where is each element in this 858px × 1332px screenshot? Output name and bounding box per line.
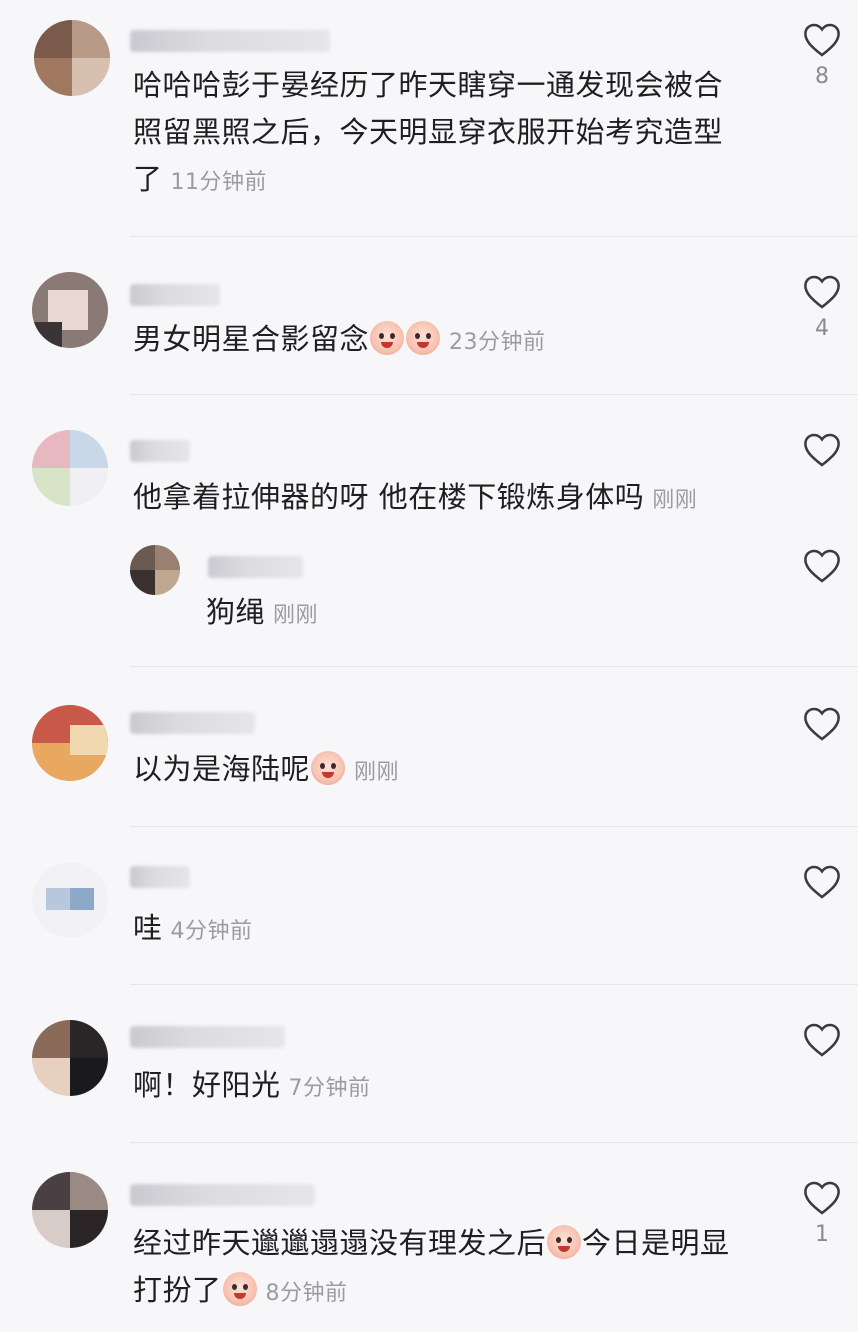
like-button[interactable] bbox=[800, 432, 844, 468]
avatar[interactable] bbox=[32, 1172, 108, 1248]
username[interactable] bbox=[130, 284, 220, 306]
comment-time: 8分钟前 bbox=[265, 1281, 348, 1306]
username[interactable] bbox=[130, 712, 255, 734]
like-button[interactable]: 1 bbox=[800, 1180, 844, 1248]
heart-outline-icon bbox=[804, 275, 840, 309]
comment-time: 23分钟前 bbox=[449, 330, 546, 355]
reply-text: 狗绳 刚刚 bbox=[206, 595, 319, 629]
comment-time: 11分钟前 bbox=[170, 170, 268, 195]
heart-outline-icon bbox=[804, 707, 840, 741]
username[interactable] bbox=[130, 1026, 285, 1048]
reply-avatar[interactable] bbox=[130, 545, 180, 595]
comment-text: 他拿着拉伸器的呀 他在楼下锻炼身体吗 刚刚 bbox=[133, 480, 698, 514]
like-button[interactable]: 8 bbox=[800, 22, 844, 90]
like-button[interactable] bbox=[800, 864, 844, 900]
reply-username[interactable] bbox=[208, 556, 303, 578]
comment-time: 7分钟前 bbox=[288, 1076, 371, 1101]
divider bbox=[130, 394, 858, 395]
comment-text: 男女明星合影留念 23分钟前 bbox=[133, 321, 546, 356]
reply-time: 刚刚 bbox=[273, 603, 319, 628]
crying-face-icon bbox=[222, 1272, 257, 1306]
divider bbox=[130, 666, 858, 667]
avatar[interactable] bbox=[34, 20, 110, 96]
crying-face-icon bbox=[311, 751, 346, 785]
comment-time: 4分钟前 bbox=[170, 919, 253, 944]
heart-outline-icon bbox=[804, 549, 840, 583]
avatar[interactable] bbox=[32, 1020, 108, 1096]
username[interactable] bbox=[130, 1184, 315, 1206]
crying-face-icon bbox=[547, 1225, 582, 1259]
comment-time: 刚刚 bbox=[652, 488, 698, 513]
like-count: 8 bbox=[815, 64, 829, 89]
heart-outline-icon bbox=[804, 1181, 840, 1215]
like-count: 4 bbox=[815, 316, 829, 341]
divider bbox=[130, 1142, 858, 1143]
divider bbox=[130, 826, 858, 827]
avatar[interactable] bbox=[32, 705, 108, 781]
like-button[interactable] bbox=[800, 1022, 844, 1058]
comment-text: 哈哈哈彭于晏经历了昨天瞎穿一通发现会被合 照留黑照之后，今天明显穿衣服开始考究造… bbox=[133, 68, 724, 196]
avatar[interactable] bbox=[32, 430, 108, 506]
heart-outline-icon bbox=[804, 1023, 840, 1057]
username[interactable] bbox=[130, 30, 330, 52]
like-button[interactable] bbox=[800, 706, 844, 742]
divider bbox=[130, 984, 858, 985]
heart-outline-icon bbox=[804, 433, 840, 467]
crying-face-icon bbox=[370, 321, 405, 355]
avatar[interactable] bbox=[32, 272, 108, 348]
avatar[interactable] bbox=[32, 862, 108, 938]
heart-outline-icon bbox=[804, 865, 840, 899]
divider bbox=[130, 236, 858, 237]
comment-text: 啊！好阳光 7分钟前 bbox=[133, 1068, 371, 1102]
reply-like-button[interactable] bbox=[800, 548, 844, 584]
comment-text: 哇 4分钟前 bbox=[133, 911, 253, 945]
like-count: 1 bbox=[815, 1222, 829, 1247]
like-button[interactable]: 4 bbox=[800, 274, 844, 342]
comment-text: 经过昨天邋邋遢遢没有理发之后 今日是明显 打扮了 8分钟前 bbox=[133, 1225, 730, 1307]
heart-outline-icon bbox=[804, 23, 840, 57]
comment-text: 以为是海陆呢 刚刚 bbox=[133, 751, 400, 786]
username[interactable] bbox=[130, 866, 190, 888]
crying-face-icon bbox=[406, 321, 441, 355]
username[interactable] bbox=[130, 440, 190, 462]
comment-time: 刚刚 bbox=[354, 760, 400, 785]
